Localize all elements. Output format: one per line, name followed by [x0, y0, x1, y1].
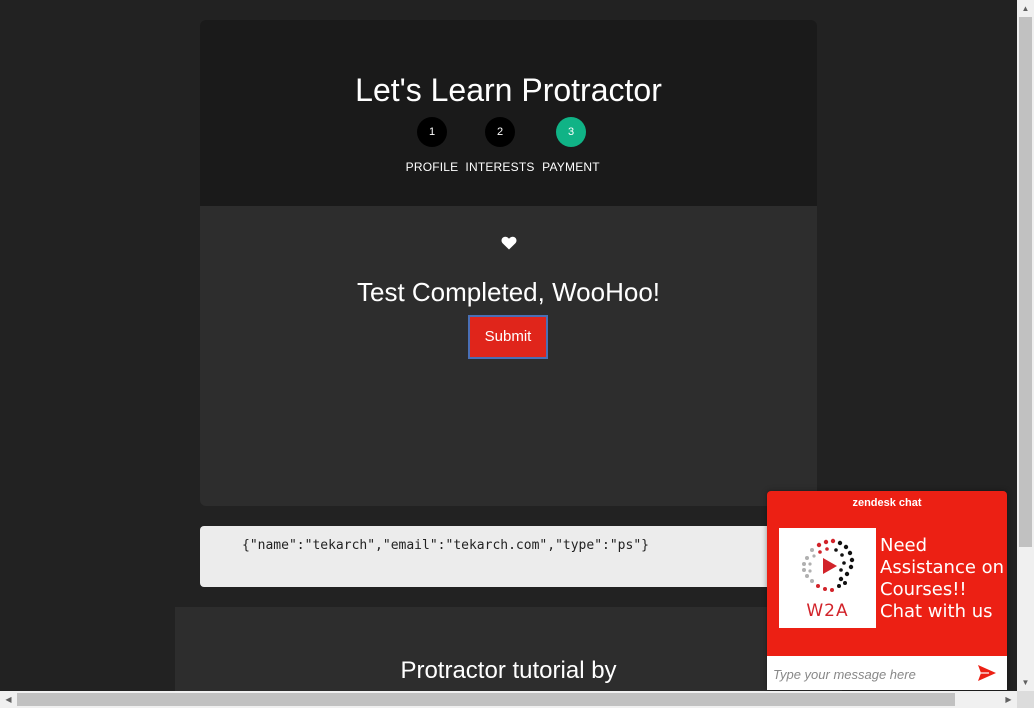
page-title: Let's Learn Protractor — [355, 72, 662, 108]
step-label: PAYMENT — [542, 160, 600, 174]
step-indicator: 1 PROFILE 2 INTERESTS 3 PAYMENT — [200, 117, 817, 177]
wizard-card: Let's Learn Protractor 1 PROFILE 2 INTER… — [200, 20, 817, 506]
completion-message: Test Completed, WooHoo! — [357, 277, 660, 307]
chat-widget[interactable]: zendesk chat W2A Need Assistance on Cour… — [767, 491, 1007, 690]
vertical-scrollbar[interactable]: ▲ ▼ — [1017, 0, 1034, 691]
json-output: {"name":"tekarch","email":"tekarch.com",… — [200, 526, 817, 587]
step-number: 3 — [556, 117, 586, 147]
chat-widget-message: Need Assistance on Courses!! Chat with u… — [880, 535, 1005, 622]
chat-message-input[interactable] — [771, 660, 970, 688]
scroll-up-icon[interactable]: ▲ — [1017, 0, 1034, 17]
chat-input-row — [767, 656, 1007, 690]
send-icon[interactable] — [977, 664, 997, 682]
chat-widget-title[interactable]: zendesk chat — [767, 497, 1007, 509]
heart-icon — [200, 233, 817, 255]
scrollbar-corner — [1017, 691, 1034, 708]
horizontal-scrollbar[interactable]: ◀ ▶ — [0, 691, 1017, 708]
scroll-down-icon[interactable]: ▼ — [1017, 674, 1034, 691]
footer-title: Protractor tutorial by — [400, 657, 617, 684]
submit-button[interactable]: Submit — [468, 315, 548, 359]
step-payment[interactable]: 3 PAYMENT — [526, 117, 616, 174]
scroll-right-icon[interactable]: ▶ — [1000, 691, 1017, 708]
vertical-scroll-thumb[interactable] — [1019, 17, 1032, 547]
step-number: 2 — [485, 117, 515, 147]
horizontal-scroll-thumb[interactable] — [17, 693, 955, 706]
w2a-logo-text: W2A — [806, 601, 849, 621]
wizard-header: Let's Learn Protractor 1 PROFILE 2 INTER… — [200, 20, 817, 206]
w2a-logo-graphic — [802, 538, 855, 592]
step-number: 1 — [417, 117, 447, 147]
w2a-logo: W2A — [779, 528, 876, 628]
scroll-left-icon[interactable]: ◀ — [0, 691, 17, 708]
